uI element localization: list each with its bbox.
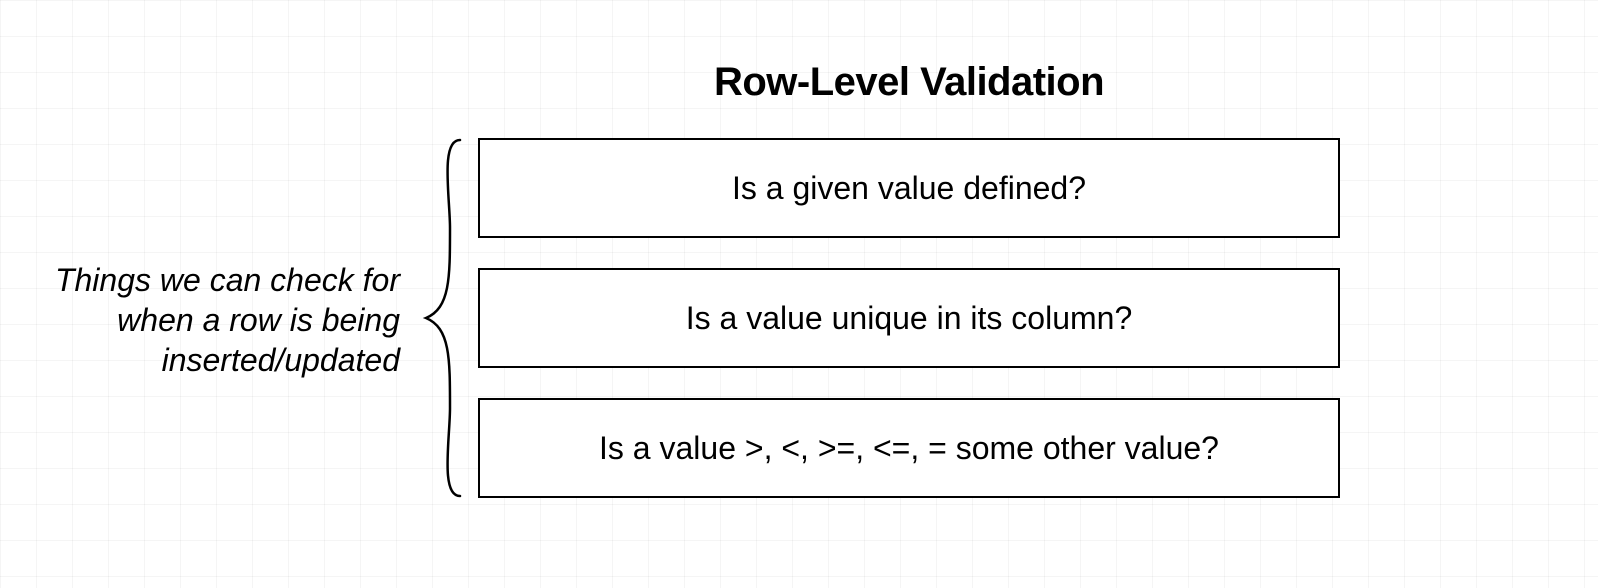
side-caption: Things we can check for when a row is be…	[0, 260, 400, 380]
validation-box-list: Is a given value defined? Is a value uni…	[478, 138, 1340, 498]
curly-brace-icon	[420, 138, 468, 498]
validation-box-compare: Is a value >, <, >=, <=, = some other va…	[478, 398, 1340, 498]
validation-box-defined: Is a given value defined?	[478, 138, 1340, 238]
diagram-title: Row-Level Validation	[478, 60, 1340, 105]
validation-box-unique: Is a value unique in its column?	[478, 268, 1340, 368]
diagram-canvas: Row-Level Validation Things we can check…	[0, 0, 1598, 588]
